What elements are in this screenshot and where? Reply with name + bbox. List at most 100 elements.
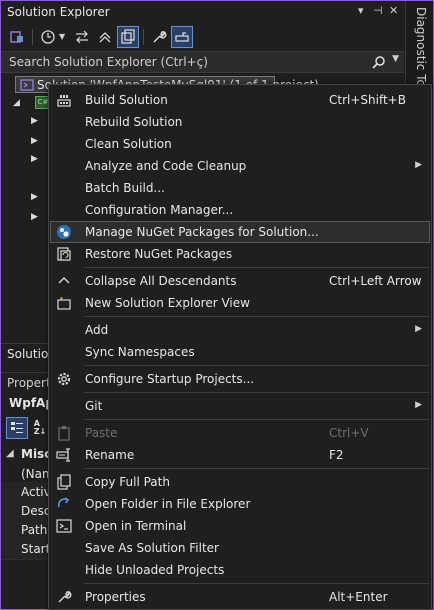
menu-item-label: Configure Startup Projects... (85, 372, 255, 386)
menu-separator (84, 267, 429, 268)
solution-explorer-title: Solution Explorer (7, 5, 110, 19)
menu-item-label: Save As Solution Filter (85, 541, 219, 555)
collapse-category-icon[interactable]: ◢ (6, 448, 14, 459)
gear-icon (56, 371, 72, 387)
menu-separator (84, 419, 429, 420)
toolbar-separator (32, 29, 33, 45)
collapse-chevrons-icon (99, 32, 111, 43)
menu-item-shortcut: Ctrl+V (329, 426, 369, 440)
menu-item-hide-unloaded-projects[interactable]: Hide Unloaded Projects (50, 559, 430, 581)
menu-item-label: Hide Unloaded Projects (85, 563, 225, 577)
menu-item-configure-startup-projects[interactable]: Configure Startup Projects... (50, 368, 430, 390)
sort-az-icon: A Z↓ (33, 419, 47, 436)
menu-item-label: Open Folder in File Explorer (85, 497, 251, 511)
switch-views-button[interactable] (6, 26, 28, 48)
nuget-icon (56, 224, 72, 240)
menu-item-label: Configuration Manager... (85, 203, 234, 217)
menu-item-label: Clean Solution (85, 137, 172, 151)
search-input[interactable]: Search Solution Explorer (Ctrl+ç) (9, 55, 208, 69)
open-folder-icon (56, 496, 72, 512)
properties-button[interactable] (148, 26, 170, 48)
menu-separator (84, 583, 429, 584)
auto-hide-pin-button[interactable]: ⊣ (373, 4, 383, 17)
terminal-icon (56, 518, 72, 534)
menu-item-analyze-code-cleanup[interactable]: Analyze and Code Cleanup ▶ (50, 155, 430, 177)
menu-item-open-folder-in-file-explorer[interactable]: Open Folder in File Explorer (50, 493, 430, 515)
restore-icon (56, 246, 72, 262)
expand-node-icon[interactable]: ▶ (31, 116, 38, 126)
pending-changes-filter-button[interactable] (37, 26, 59, 48)
expand-node-icon[interactable]: ▶ (31, 192, 38, 202)
close-pane-button[interactable]: ✕ (389, 4, 398, 17)
search-icon[interactable] (372, 55, 386, 72)
menu-item-build-solution[interactable]: Build Solution Ctrl+Shift+B (50, 89, 430, 111)
menu-item-label: Add (85, 323, 109, 337)
submenu-arrow-icon: ▶ (415, 160, 422, 170)
menu-item-save-as-solution-filter[interactable]: Save As Solution Filter (50, 537, 430, 559)
menu-item-shortcut: Alt+Enter (329, 590, 388, 604)
expand-project-icon[interactable]: ◢ (13, 98, 20, 108)
category-label: Misc (21, 447, 52, 461)
preview-selected-items-button[interactable] (171, 26, 193, 48)
menu-item-properties[interactable]: Properties Alt+Enter (50, 586, 430, 608)
toolbar-separator (143, 29, 144, 45)
menu-item-label: Copy Full Path (85, 475, 170, 489)
new-view-icon (56, 295, 72, 311)
menu-item-label: Analyze and Code Cleanup (85, 159, 247, 173)
show-all-files-icon (121, 29, 135, 44)
submenu-arrow-icon: ▶ (415, 400, 422, 410)
expand-node-icon[interactable]: ▶ (31, 136, 38, 146)
sync-with-document-button[interactable] (71, 26, 93, 48)
menu-item-collapse-all-descendants[interactable]: Collapse All Descendants Ctrl+Left Arrow (50, 270, 430, 292)
menu-item-open-in-terminal[interactable]: Open in Terminal (50, 515, 430, 537)
menu-item-label: Open in Terminal (85, 519, 187, 533)
menu-item-label: Rename (85, 448, 135, 462)
clock-icon (41, 30, 55, 44)
menu-separator (84, 468, 429, 469)
solution-explorer-titlebar: Solution Explorer ▾ ⊣ ✕ (1, 1, 404, 23)
properties-title: Properti (7, 376, 55, 390)
menu-item-shortcut: Ctrl+Shift+B (329, 93, 406, 107)
expand-node-icon[interactable]: ▶ (31, 154, 38, 164)
menu-item-add[interactable]: Add ▶ (50, 319, 430, 341)
sync-icon (76, 30, 88, 44)
menu-item-label: Manage NuGet Packages for Solution... (85, 225, 319, 239)
window-menu-button[interactable]: ▾ (358, 4, 364, 17)
menu-item-manage-nuget-packages[interactable]: Manage NuGet Packages for Solution... (50, 221, 430, 243)
paste-icon (56, 425, 72, 441)
menu-item-rename[interactable]: Rename F2 (50, 444, 430, 466)
expand-node-icon[interactable]: ▶ (31, 212, 38, 222)
show-all-files-button[interactable] (117, 26, 139, 48)
menu-item-rebuild-solution[interactable]: Rebuild Solution (50, 111, 430, 133)
menu-item-paste[interactable]: Paste Ctrl+V (50, 422, 430, 444)
property-name: Activ (21, 485, 51, 499)
categorized-button[interactable] (6, 417, 28, 439)
menu-item-clean-solution[interactable]: Clean Solution (50, 133, 430, 155)
menu-item-copy-full-path[interactable]: Copy Full Path (50, 471, 430, 493)
menu-item-label: Batch Build... (85, 181, 165, 195)
collapse-icon (56, 273, 72, 289)
menu-item-batch-build[interactable]: Batch Build... (50, 177, 430, 199)
menu-item-configuration-manager[interactable]: Configuration Manager... (50, 199, 430, 221)
collapse-all-button[interactable] (94, 26, 116, 48)
menu-item-git[interactable]: Git ▶ (50, 395, 430, 417)
copy-icon (56, 474, 72, 490)
property-name: Path (21, 523, 48, 537)
menu-item-new-solution-explorer-view[interactable]: New Solution Explorer View (50, 292, 430, 314)
solution-explorer-search[interactable]: Search Solution Explorer (Ctrl+ç) ▼ (1, 51, 404, 73)
filter-dropdown-icon[interactable]: ▼ (59, 32, 65, 41)
menu-item-label: Paste (85, 426, 118, 440)
switch-views-icon (10, 31, 23, 43)
search-options-dropdown-icon[interactable]: ▼ (392, 54, 399, 64)
solution-context-menu: Build Solution Ctrl+Shift+B Rebuild Solu… (48, 84, 432, 610)
menu-item-label: Git (85, 399, 103, 413)
menu-item-restore-nuget-packages[interactable]: Restore NuGet Packages (50, 243, 430, 265)
wrench-icon (153, 30, 167, 43)
wrench-icon (56, 589, 72, 605)
solution-icon (20, 78, 34, 95)
menu-separator (84, 365, 429, 366)
menu-item-sync-namespaces[interactable]: Sync Namespaces (50, 341, 430, 363)
menu-separator (84, 316, 429, 317)
menu-item-label: Properties (85, 590, 146, 604)
menu-item-label: Build Solution (85, 93, 168, 107)
